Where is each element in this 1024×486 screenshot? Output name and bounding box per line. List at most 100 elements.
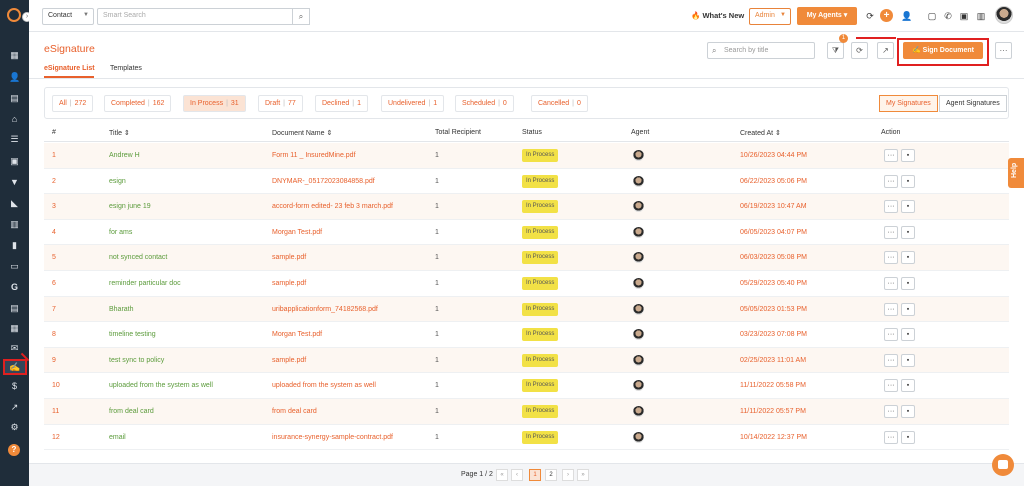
row-document-link[interactable]: accord-form edited- 23 feb 3 march.pdf	[272, 203, 393, 210]
contact-select[interactable]: Contact ▼	[42, 8, 94, 25]
row-document-link[interactable]: sample.pdf	[272, 280, 306, 287]
refresh-button[interactable]: ⟳	[851, 42, 868, 59]
more-actions-icon[interactable]: ···	[884, 174, 898, 188]
whats-new-link[interactable]: 🔥 What's New	[691, 11, 744, 20]
last-page-button[interactable]: »	[577, 469, 589, 481]
row-title-link[interactable]: uploaded from the system as well	[109, 382, 213, 389]
delete-trash-icon[interactable]: ▪	[901, 353, 915, 367]
more-actions-icon[interactable]: ···	[884, 277, 898, 290]
row-document-link[interactable]: uploaded from the system as well	[272, 382, 376, 389]
search-icon[interactable]: ⌕	[292, 8, 310, 25]
col-document-name[interactable]: Document Name ⇕	[272, 129, 332, 137]
admin-select[interactable]: Admin ▼	[749, 8, 791, 25]
settings-gear-icon[interactable]: ⚙	[9, 422, 20, 433]
sign-document-button[interactable]: ✍ Sign Document	[903, 42, 983, 59]
chat-icon[interactable]	[992, 454, 1014, 476]
phone-icon[interactable]: ✆	[942, 10, 954, 22]
filter-button[interactable]: ⧩	[827, 42, 844, 59]
more-actions-icon[interactable]: ···	[884, 251, 898, 265]
filter-funnel-icon[interactable]: ▼	[9, 177, 20, 188]
row-title-link[interactable]: from deal card	[109, 408, 154, 415]
filter-chip-cancelled[interactable]: Cancelled | 0	[531, 95, 588, 112]
more-actions-icon[interactable]: ···	[884, 149, 898, 162]
id-card-icon[interactable]: ▣	[9, 156, 20, 167]
help-question-icon[interactable]: ?	[8, 444, 20, 456]
row-title-link[interactable]: esign	[109, 178, 126, 185]
esignature-icon[interactable]: ✍	[9, 362, 20, 373]
row-title-link[interactable]: timeline testing	[109, 331, 156, 338]
next-page-button[interactable]: ›	[562, 469, 574, 481]
my-agents-button[interactable]: My Agents ▾	[797, 7, 857, 25]
form-icon[interactable]: ▤	[9, 303, 20, 314]
row-document-link[interactable]: DNYMAR-_05172023084858.pdf	[272, 178, 375, 185]
megaphone-icon[interactable]: ◣	[9, 198, 20, 209]
more-options-button[interactable]: ···	[995, 42, 1012, 59]
row-document-link[interactable]: insurance-synergy-sample-contract.pdf	[272, 434, 393, 441]
more-actions-icon[interactable]: ···	[884, 405, 898, 418]
row-title-link[interactable]: not synced contact	[109, 254, 167, 261]
user-icon[interactable]: 👤	[901, 10, 913, 22]
contacts-icon[interactable]: 👤	[9, 72, 20, 83]
delete-trash-icon[interactable]: ▪	[901, 379, 915, 393]
row-title-link[interactable]: Bharath	[109, 306, 134, 313]
agent-signatures-toggle[interactable]: Agent Signatures	[939, 95, 1007, 112]
delete-trash-icon[interactable]: ▪	[901, 430, 915, 444]
help-side-tab[interactable]: Help	[1008, 158, 1024, 188]
notes-icon[interactable]: ▥	[9, 219, 20, 230]
delete-trash-icon[interactable]: ▪	[901, 149, 915, 162]
row-document-link[interactable]: Form 11 _ InsuredMine.pdf	[272, 152, 356, 159]
prev-page-button[interactable]: ‹	[511, 469, 523, 481]
dollar-icon[interactable]: $	[9, 381, 20, 392]
row-document-link[interactable]: sample.pdf	[272, 254, 306, 261]
filter-chip-declined[interactable]: Declined | 1	[315, 95, 368, 112]
chip-icon[interactable]: ▣	[958, 10, 970, 22]
more-actions-icon[interactable]: ···	[884, 328, 898, 342]
delete-trash-icon[interactable]: ▪	[901, 251, 915, 265]
more-actions-icon[interactable]: ···	[884, 353, 898, 367]
google-icon[interactable]: G	[9, 282, 20, 293]
smart-search-input[interactable]: Smart Search	[97, 8, 293, 25]
row-title-link[interactable]: for ams	[109, 229, 132, 236]
row-title-link[interactable]: reminder particular doc	[109, 280, 181, 287]
row-document-link[interactable]: uribapplicationform_74182568.pdf	[272, 306, 378, 313]
delete-trash-icon[interactable]: ▪	[901, 302, 915, 316]
reports-icon[interactable]: ▮	[9, 240, 20, 251]
delete-trash-icon[interactable]: ▪	[901, 328, 915, 342]
delete-trash-icon[interactable]: ▪	[901, 277, 915, 290]
user-avatar[interactable]	[995, 6, 1013, 24]
page-button-2[interactable]: 2	[545, 469, 557, 481]
dashboard-icon[interactable]: ▦	[9, 50, 20, 61]
delete-trash-icon[interactable]: ▪	[901, 200, 915, 214]
delete-trash-icon[interactable]: ▪	[901, 405, 915, 418]
page-button-1[interactable]: 1	[529, 469, 541, 481]
row-document-link[interactable]: sample.pdf	[272, 357, 306, 364]
my-signatures-toggle[interactable]: My Signatures	[879, 95, 938, 112]
delete-trash-icon[interactable]: ▪	[901, 225, 915, 239]
first-page-button[interactable]: «	[496, 469, 508, 481]
filter-chip-in-process[interactable]: In Process | 31	[183, 95, 246, 112]
tab-esignature-list[interactable]: eSignature List	[44, 65, 95, 72]
row-title-link[interactable]: Andrew H	[109, 152, 140, 159]
title-search-input[interactable]: ⌕ Search by title	[707, 42, 815, 59]
more-actions-icon[interactable]: ···	[884, 200, 898, 214]
more-actions-icon[interactable]: ···	[884, 225, 898, 239]
mail-icon[interactable]: ✉	[9, 343, 20, 354]
filter-chip-undelivered[interactable]: Undelivered | 1	[381, 95, 445, 112]
bank-icon[interactable]: ⌂	[9, 114, 20, 125]
row-document-link[interactable]: Morgan Test.pdf	[272, 331, 322, 338]
delete-trash-icon[interactable]: ▪	[901, 174, 915, 188]
analytics-icon[interactable]: ↗	[9, 402, 20, 413]
more-actions-icon[interactable]: ···	[884, 302, 898, 316]
filter-chip-draft[interactable]: Draft | 77	[258, 95, 303, 112]
row-title-link[interactable]: email	[109, 434, 126, 441]
document-icon[interactable]: ▥	[975, 10, 987, 22]
calendar-icon[interactable]: ▦	[9, 323, 20, 334]
row-document-link[interactable]: from deal card	[272, 408, 317, 415]
col-title[interactable]: Title ⇕	[109, 129, 130, 137]
refresh-icon[interactable]: ⟳	[864, 10, 876, 22]
app-logo-icon[interactable]	[7, 8, 21, 22]
more-actions-icon[interactable]: ···	[884, 379, 898, 393]
chart-button[interactable]: ↗	[877, 42, 894, 59]
list-icon[interactable]: ☰	[9, 134, 20, 145]
folder-icon[interactable]: ▭	[9, 261, 20, 272]
